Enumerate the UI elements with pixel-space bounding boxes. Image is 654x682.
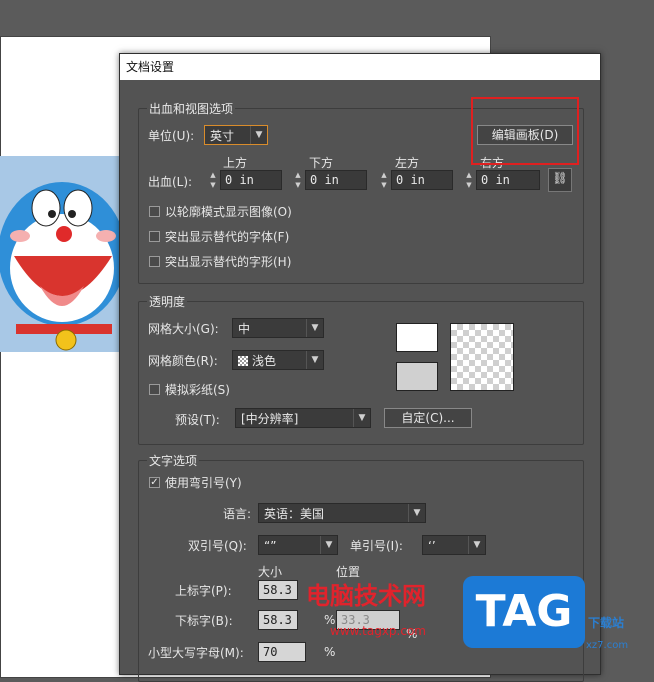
use-typographer-quotes-checkbox[interactable]: ✓ (149, 477, 160, 488)
grid-size-value: 中 (238, 322, 251, 336)
highlight-box (471, 97, 579, 165)
chevron-down-icon: ▼ (210, 181, 216, 189)
bleed-bottom-label: 下方 (309, 156, 334, 170)
bleed-left-label: 左方 (395, 156, 420, 170)
grid-color-label: 网格颜色(R): (148, 354, 218, 368)
type-options-legend: 文字选项 (147, 452, 200, 469)
chevron-up-icon: ▲ (295, 171, 301, 179)
units-label: 单位(U): (148, 129, 195, 143)
grid-color-select[interactable]: 浅色 ▼ (232, 350, 324, 370)
double-quotes-label: 双引号(Q): (188, 539, 247, 553)
outline-mode-checkbox[interactable] (149, 206, 160, 217)
bleed-left-input[interactable]: 0 in (391, 170, 453, 190)
bleed-label: 出血(L): (148, 175, 193, 189)
superscript-size-input[interactable]: 58.3 (258, 580, 298, 600)
watermark-logo: TAG (463, 576, 585, 648)
transparency-legend: 透明度 (147, 293, 188, 310)
bleed-bottom-stepper[interactable]: ▲ ▼ (292, 170, 304, 190)
preset-value: [中分辨率] (241, 412, 299, 426)
bleed-view-legend: 出血和视图选项 (147, 100, 236, 117)
chevron-down-icon: ▼ (295, 181, 301, 189)
simulate-paper-label: 模拟彩纸(S) (165, 383, 230, 397)
preset-select[interactable]: [中分辨率] ▼ (235, 408, 371, 428)
bleed-top-input[interactable]: 0 in (220, 170, 282, 190)
smallcaps-size-input[interactable]: 70 (258, 642, 306, 662)
checker-swatch-icon (238, 356, 248, 366)
units-select[interactable]: 英寸 ▼ (204, 125, 268, 145)
highlight-fonts-label: 突出显示替代的字体(F) (165, 230, 290, 244)
highlight-glyphs-checkbox[interactable] (149, 256, 160, 267)
grid-size-label: 网格大小(G): (148, 322, 219, 336)
dialog-title: 文档设置 (120, 54, 600, 80)
size-column-header: 大小 (258, 565, 283, 579)
doraemon-artwork (0, 156, 120, 352)
superscript-label: 上标字(P): (175, 584, 232, 598)
chevron-down-icon: ▼ (466, 181, 472, 189)
grid-color-value: 浅色 (252, 354, 277, 368)
simulate-paper-checkbox[interactable] (149, 384, 160, 395)
bleed-right-input[interactable]: 0 in (476, 170, 540, 190)
outline-mode-label: 以轮廓模式显示图像(O) (165, 205, 292, 219)
highlight-fonts-checkbox[interactable] (149, 231, 160, 242)
preset-label: 预设(T): (175, 413, 220, 427)
double-quotes-value: “” (264, 539, 277, 553)
highlight-glyphs-label: 突出显示替代的字形(H) (165, 255, 292, 269)
subscript-label: 下标字(B): (175, 614, 233, 628)
use-typographer-quotes-label: 使用弯引号(Y) (165, 476, 242, 490)
double-quotes-select[interactable]: “” ▼ (258, 535, 338, 555)
chevron-down-icon: ▼ (320, 536, 337, 554)
bleed-bottom-input[interactable]: 0 in (305, 170, 367, 190)
language-label: 语言: (223, 507, 252, 521)
smallcaps-percent: % (324, 645, 336, 659)
transparency-grid-preview (450, 323, 514, 391)
chevron-down-icon: ▼ (408, 504, 425, 522)
grid-color-swatch-white[interactable] (396, 323, 438, 352)
single-quotes-select[interactable]: ‘’ ▼ (422, 535, 486, 555)
chevron-up-icon: ▲ (381, 171, 387, 179)
bleed-top-label: 上方 (223, 156, 248, 170)
chevron-down-icon: ▼ (306, 351, 323, 369)
chevron-down-icon: ▼ (306, 319, 323, 337)
single-quotes-label: 单引号(I): (350, 539, 403, 553)
chevron-down-icon: ▼ (381, 181, 387, 189)
chevron-up-icon: ▲ (466, 171, 472, 179)
watermark-side-text: 下载站 (588, 616, 625, 630)
chevron-up-icon: ▲ (210, 171, 216, 179)
watermark-text: 电脑技术网 (306, 582, 426, 610)
single-quotes-value: ‘’ (428, 539, 436, 553)
bleed-left-stepper[interactable]: ▲ ▼ (378, 170, 390, 190)
chevron-down-icon: ▼ (353, 409, 370, 427)
chevron-down-icon: ▼ (250, 126, 267, 144)
language-value: 英语：美国 (264, 507, 325, 521)
smallcaps-label: 小型大写字母(M): (148, 646, 244, 660)
bleed-right-stepper[interactable]: ▲ ▼ (463, 170, 475, 190)
subscript-size-input[interactable]: 58.3 (258, 610, 298, 630)
link-icon[interactable]: ⛓ (548, 168, 572, 192)
grid-color-swatch-gray[interactable] (396, 362, 438, 391)
chevron-down-icon: ▼ (468, 536, 485, 554)
watermark-side-url: xz7.com (586, 640, 629, 651)
bleed-top-stepper[interactable]: ▲ ▼ (207, 170, 219, 190)
watermark-url: www.tagxp.com (330, 624, 426, 638)
custom-button[interactable]: 自定(C)... (384, 408, 472, 428)
language-select[interactable]: 英语：美国 ▼ (258, 503, 426, 523)
units-value: 英寸 (210, 129, 235, 143)
grid-size-select[interactable]: 中 ▼ (232, 318, 324, 338)
